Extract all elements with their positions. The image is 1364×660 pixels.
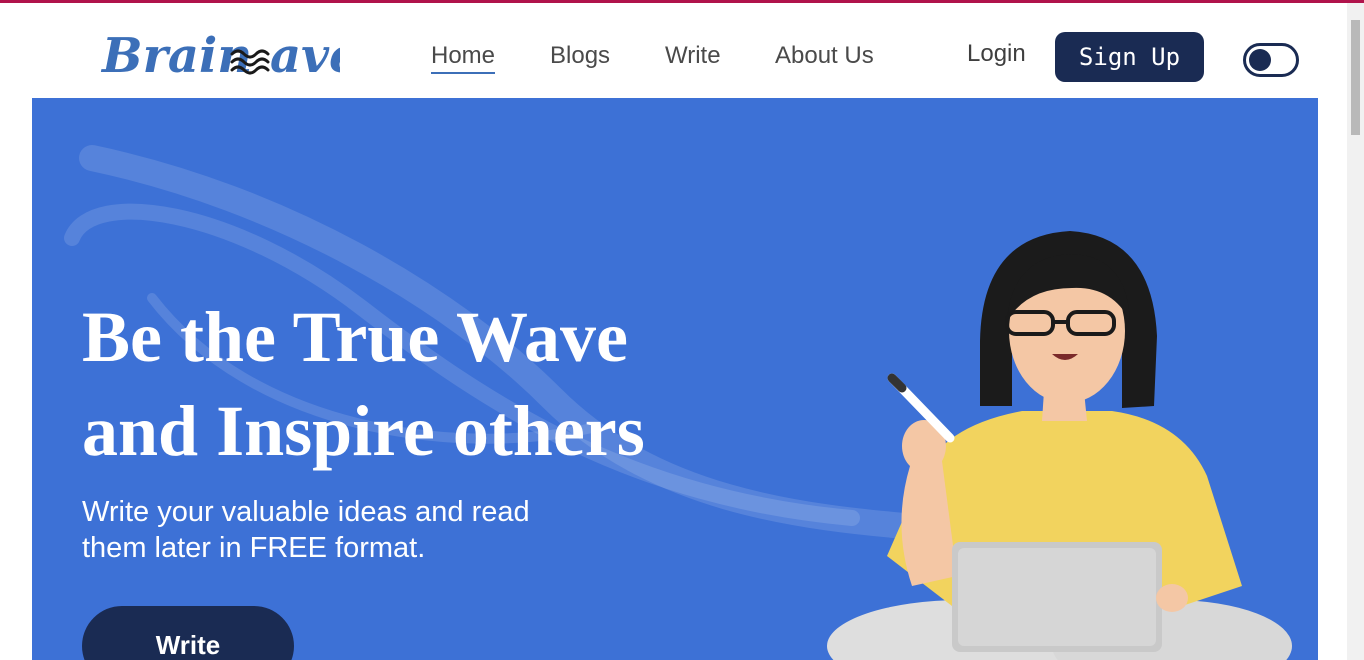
hero-subtitle-line2: them later in FREE format. — [82, 532, 426, 564]
signup-button[interactable]: Sign Up — [1055, 32, 1204, 82]
hero-section: Be the True Wave and Inspire others Writ… — [32, 98, 1318, 660]
logo-text-part2: ave — [270, 28, 340, 84]
scrollbar-thumb[interactable] — [1351, 20, 1360, 135]
hero-illustration — [827, 231, 1292, 660]
nav-about-us[interactable]: About Us — [775, 42, 874, 70]
laptop-icon — [952, 542, 1162, 652]
hero-subtitle: Write your valuable ideas and read them … — [82, 494, 602, 566]
hero-title: Be the True Wave and Inspire others — [82, 290, 762, 478]
hero-subtitle-line1: Write your valuable ideas and read — [82, 496, 530, 528]
nav-write[interactable]: Write — [665, 42, 721, 70]
brand-logo[interactable]: Brain ave — [100, 22, 340, 86]
nav-home[interactable]: Home — [431, 42, 496, 74]
nav-blogs[interactable]: Blogs — [550, 42, 610, 70]
hero-title-line1: Be the True Wave — [82, 297, 628, 377]
write-cta-button[interactable]: Write — [82, 606, 294, 660]
top-accent-line — [0, 0, 1364, 3]
login-link[interactable]: Login — [967, 40, 1026, 68]
theme-toggle[interactable] — [1243, 43, 1299, 77]
hero-title-line2: and Inspire others — [82, 391, 645, 471]
page-scrollbar[interactable] — [1347, 3, 1364, 660]
theme-toggle-icon — [1249, 49, 1271, 71]
logo-text-part1: Brain — [100, 28, 252, 84]
